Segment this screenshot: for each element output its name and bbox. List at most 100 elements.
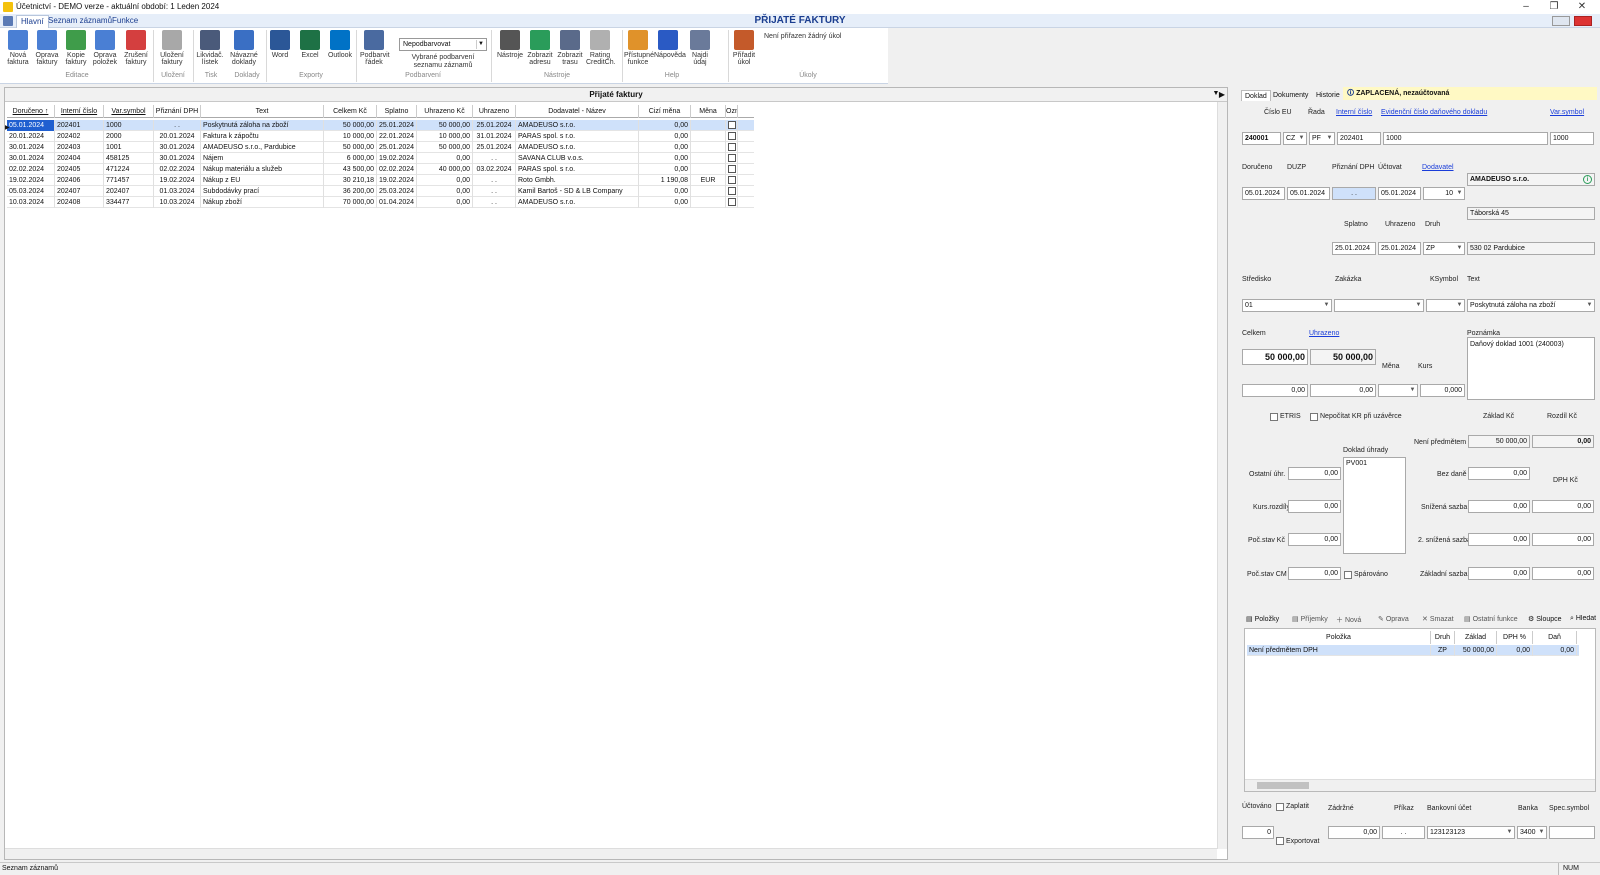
ribbon-button-cancel-invoice[interactable]: Zrušení faktury (122, 30, 150, 72)
mark-checkbox[interactable] (728, 176, 736, 184)
banka-select[interactable]: 3400 ▼ (1517, 826, 1547, 839)
ksymbol-select[interactable]: ▼ (1426, 299, 1465, 312)
column-header[interactable]: Uhrazeno (473, 105, 516, 118)
items-column-header[interactable]: DPH % (1497, 631, 1533, 644)
table-row[interactable]: 20.01.2024 202402 2000 20.01.2024 Faktura k … (7, 131, 754, 142)
var-symbol-field[interactable]: 1000 (1550, 132, 1594, 145)
zadrzne-field[interactable]: 0,00 (1328, 826, 1380, 839)
zaplatit-checkbox[interactable] (1276, 803, 1284, 811)
items-edit-button[interactable]: ✎ Oprava (1378, 615, 1409, 623)
celkem-field[interactable]: 50 000,00 (1242, 349, 1308, 365)
link-evidencni-cislo[interactable]: Evidenční číslo daňového dokladu (1381, 109, 1487, 116)
minimize-button[interactable]: – (1512, 0, 1540, 14)
ribbon-button-new-invoice[interactable]: Nová faktura (4, 30, 32, 72)
zakladni-dph-field[interactable]: 0,00 (1532, 567, 1594, 580)
etris-checkbox[interactable] (1270, 413, 1278, 421)
column-header[interactable]: Měna (691, 105, 726, 118)
table-row[interactable]: 02.02.2024 202405 471224 02.02.2024 Nákup ma… (7, 164, 754, 175)
druh-select[interactable]: ZP ▼ (1423, 242, 1465, 255)
items-horizontal-scrollbar[interactable] (1245, 779, 1595, 791)
items-columns-button[interactable]: ⚙ Sloupce (1528, 615, 1562, 623)
column-header[interactable]: Interní číslo (55, 105, 104, 118)
ribbon-button-gear[interactable]: Nástroje (496, 30, 524, 72)
list-horizontal-scrollbar[interactable] (5, 848, 1217, 859)
ribbon-button-word[interactable]: Word (266, 30, 294, 72)
zakazka-select[interactable]: ▼ (1334, 299, 1424, 312)
poznamka-textarea[interactable]: Daňový doklad 1001 (240003) (1467, 337, 1595, 400)
bez-dane-field[interactable]: 0,00 (1468, 467, 1530, 480)
kurs-rozdily-field[interactable]: 0,00 (1288, 500, 1341, 513)
maximize-button[interactable]: ❐ (1540, 0, 1568, 14)
ostatni-uhr-field[interactable]: 0,00 (1288, 467, 1341, 480)
snizena-zaklad-field[interactable]: 0,00 (1468, 500, 1530, 513)
spec-symbol-field[interactable] (1549, 826, 1595, 839)
ucet-select[interactable]: 10 ▼ (1423, 187, 1465, 200)
link-dodavatel[interactable]: Dodavatel (1422, 164, 1454, 171)
mark-checkbox[interactable] (728, 165, 736, 173)
info-circle-icon[interactable]: i (1583, 175, 1592, 184)
snizena-dph-field[interactable]: 0,00 (1532, 500, 1594, 513)
ribbon-button-paint-brush[interactable]: Podbarvit řádek (360, 30, 390, 72)
priznani-dph-field[interactable]: . . (1332, 187, 1376, 200)
column-header[interactable]: Var.symbol (104, 105, 154, 118)
ribbon-button-magnifier[interactable]: Najdi údaj (686, 30, 714, 72)
ribbon-button-scroll[interactable]: Přístupné funkce (624, 30, 654, 72)
mark-checkbox[interactable] (728, 121, 736, 129)
row-color-select[interactable]: Nepodbarvovat ▼ (399, 38, 487, 51)
ribbon-button-edit-invoice[interactable]: Oprava faktury (33, 30, 61, 72)
snizena2-dph-field[interactable]: 0,00 (1532, 533, 1594, 546)
evidencni-cislo-field[interactable]: 1000 (1383, 132, 1548, 145)
cislo-field[interactable]: 240001 (1242, 132, 1281, 145)
uctovat-field[interactable]: 05.01.2024 (1378, 187, 1421, 200)
table-row[interactable]: 05.01.2024 202401 1000. . Poskytnutá záloha… (7, 120, 754, 131)
items-tab-prijemky[interactable]: ▤ Příjemky (1292, 615, 1328, 623)
items-other-functions-button[interactable]: ▤ Ostatní funkce (1464, 615, 1518, 623)
items-column-header[interactable]: Druh (1431, 631, 1455, 644)
items-column-header[interactable]: Daň (1533, 631, 1577, 644)
prikaz-field[interactable]: . . (1382, 826, 1425, 839)
doruceno-field[interactable]: 05.01.2024 (1242, 187, 1285, 200)
kurs-field[interactable]: 0,000 (1420, 384, 1465, 397)
exportovat-checkbox[interactable] (1276, 837, 1284, 845)
stat-select[interactable]: CZ ▼ (1283, 132, 1307, 145)
mark-checkbox[interactable] (728, 187, 736, 195)
zakladni-zaklad-field[interactable]: 0,00 (1468, 567, 1530, 580)
link-var-symbol[interactable]: Var.symbol (1550, 109, 1584, 116)
ribbon-button-save[interactable]: Uložení faktury (158, 30, 186, 72)
restore-mdi-button[interactable] (1552, 16, 1570, 26)
column-header[interactable]: Celkem Kč (324, 105, 377, 118)
ribbon-button-question[interactable]: Nápověda (654, 30, 686, 72)
ribbon-button-map-pin[interactable]: Zobrazit adresu (526, 30, 554, 72)
ribbon-button-globe[interactable]: Zobrazit trasu (556, 30, 584, 72)
table-row[interactable]: 10.03.2024 202408 334477 10.03.2024 Nákup zb… (7, 197, 754, 208)
mark-checkbox[interactable] (728, 143, 736, 151)
column-header[interactable]: Uhrazeno Kč (417, 105, 473, 118)
table-row[interactable]: 30.01.2024 202403 1001 30.01.2024 AMADEUSO s… (7, 142, 754, 153)
rada-select[interactable]: PF ▼ (1309, 132, 1335, 145)
uctovano-field[interactable]: 0 (1242, 826, 1274, 839)
items-tab-polozky[interactable]: ▤ Položky (1246, 615, 1279, 623)
stredisko-select[interactable]: 01 ▼ (1242, 299, 1332, 312)
menu-tab-seznam[interactable]: Seznam záznamů (44, 16, 116, 25)
sparovano-checkbox[interactable] (1344, 571, 1352, 579)
table-row[interactable]: 19.02.2024 202406 771457 19.02.2024 Nákup z … (7, 175, 754, 186)
items-row[interactable]: Není předmětem DPH ZP 50 000,00 0,00 0,00 (1247, 645, 1579, 656)
items-search-button[interactable]: ⌕ Hledat (1570, 615, 1600, 623)
mark-checkbox[interactable] (728, 198, 736, 206)
items-column-header[interactable]: Základ (1455, 631, 1497, 644)
column-header[interactable]: Ozn (726, 105, 738, 118)
ribbon-button-copy-invoice[interactable]: Kopie faktury (62, 30, 90, 72)
close-button[interactable]: ✕ (1568, 0, 1596, 14)
ribbon-button-help-circle[interactable]: Rating CreditCh. (586, 30, 616, 72)
doklad-uhrady-list[interactable]: PV001 (1343, 457, 1406, 554)
ribbon-button-excel[interactable]: Excel (296, 30, 324, 72)
column-header[interactable]: Přiznání DPH (154, 105, 201, 118)
column-header[interactable]: Dodavatel - Název (516, 105, 639, 118)
ribbon-button-outlook[interactable]: Outlook (326, 30, 354, 72)
column-header[interactable]: Splatno (377, 105, 417, 118)
pin-arrow-icon[interactable]: ▶ (1217, 90, 1227, 100)
duzp-field[interactable]: 05.01.2024 (1287, 187, 1330, 200)
mark-checkbox[interactable] (728, 154, 736, 162)
ribbon-button-edit-items[interactable]: Oprava položek (91, 30, 119, 72)
ribbon-button-printer[interactable]: Likvidač. lístek (196, 30, 224, 72)
